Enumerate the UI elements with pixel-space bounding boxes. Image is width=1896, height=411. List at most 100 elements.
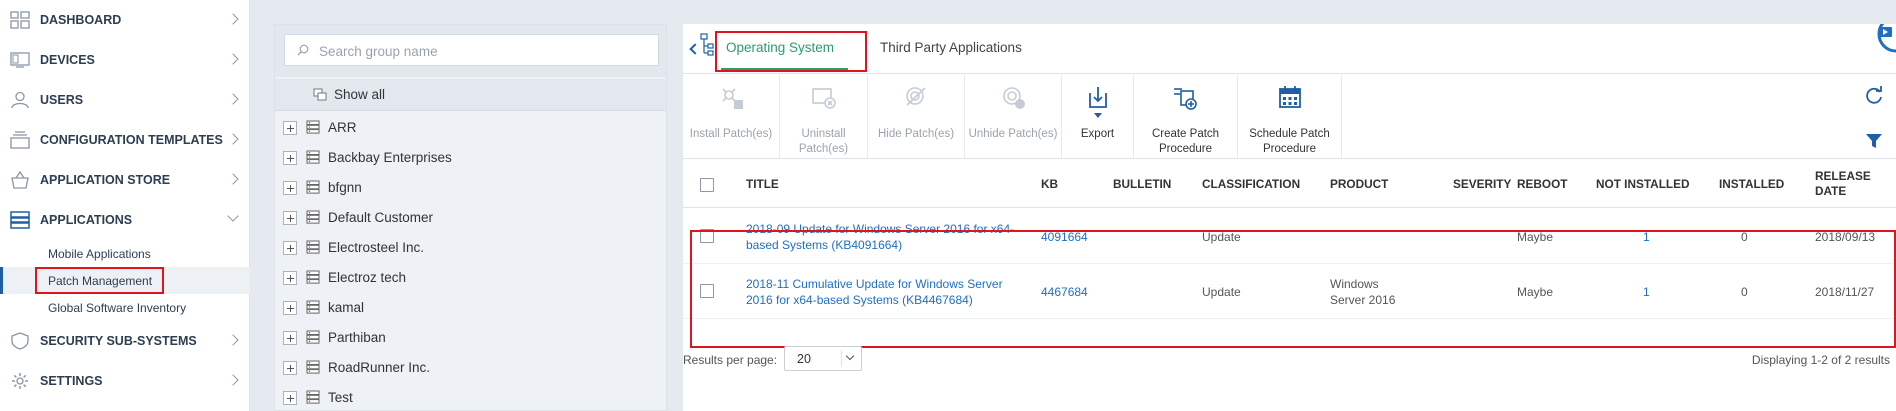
install-patches-button[interactable]: Install Patch(es) (683, 75, 780, 159)
pagination-bar: Results per page: 20 Displaying 1-2 of 2… (683, 339, 1896, 375)
column-header-severity[interactable]: SEVERITY (1453, 160, 1511, 208)
group-item[interactable]: Electroz tech (275, 262, 666, 292)
nav-applications[interactable]: APPLICATIONS (0, 200, 250, 240)
nav-security-sub-systems-label: SECURITY SUB-SYSTEMS (40, 334, 197, 348)
group-server-icon (306, 240, 320, 254)
column-release-text: RELEASE (1815, 169, 1871, 183)
expand-plus-icon[interactable] (283, 331, 297, 345)
devices-icon (10, 52, 30, 68)
group-server-icon (306, 300, 320, 314)
nav-applications-label: APPLICATIONS (40, 213, 133, 227)
group-item[interactable]: ARR (275, 112, 666, 142)
group-item-label: RoadRunner Inc. (328, 360, 431, 375)
group-server-icon (306, 270, 320, 284)
column-kb-text: KB (1041, 176, 1059, 191)
column-header-not-installed[interactable]: NOT INSTALLED (1596, 160, 1690, 208)
column-header-release-date[interactable]: RELEASE DATE (1815, 160, 1871, 208)
expand-plus-icon[interactable] (283, 121, 297, 135)
nav-configuration-templates-label: CONFIGURATION TEMPLATES (40, 133, 223, 147)
group-item-label: kamal (328, 300, 365, 315)
group-search-input[interactable] (319, 41, 649, 61)
group-item[interactable]: RoadRunner Inc. (275, 352, 666, 382)
nav-users[interactable]: USERS (0, 80, 250, 120)
nav-dashboard-label: DASHBOARD (40, 13, 122, 27)
expand-plus-icon[interactable] (283, 181, 297, 195)
group-item[interactable]: Test (275, 382, 666, 411)
video-help-icon[interactable] (1870, 24, 1896, 60)
tree-view-icon[interactable] (697, 33, 715, 57)
uninstall-patch-icon (812, 88, 836, 109)
sub-item-mobile-applications[interactable]: Mobile Applications (0, 240, 250, 267)
group-server-icon (306, 180, 320, 194)
left-navigation: DASHBOARD DEVICES USERS CONFIGURATION TE… (0, 0, 250, 411)
schedule-patch-procedure-button[interactable]: Schedule Patch Procedure (1238, 75, 1342, 159)
group-item[interactable]: Parthiban (275, 322, 666, 352)
group-item[interactable]: kamal (275, 292, 666, 322)
column-header-product[interactable]: PRODUCT (1330, 160, 1388, 208)
group-item-label: bfgnn (328, 180, 362, 195)
expand-plus-icon[interactable] (283, 301, 297, 315)
column-header-bulletin[interactable]: BULLETIN (1113, 160, 1171, 208)
show-all-label: Show all (334, 87, 386, 102)
nav-configuration-templates[interactable]: CONFIGURATION TEMPLATES (0, 120, 250, 160)
column-header-title[interactable]: TITLE (746, 160, 779, 208)
uninstall-patches-text-2: Patch(es) (798, 143, 849, 155)
export-icon (1089, 87, 1107, 118)
show-all-button[interactable]: Show all (275, 79, 666, 111)
nav-users-label: USERS (40, 93, 84, 107)
expand-plus-icon[interactable] (283, 271, 297, 285)
results-per-page-select[interactable]: 20 (784, 346, 862, 371)
select-all-checkbox[interactable] (700, 178, 714, 192)
refresh-icon[interactable] (1864, 85, 1884, 105)
nav-dashboard[interactable]: DASHBOARD (0, 0, 250, 40)
column-header-installed[interactable]: INSTALLED (1719, 160, 1784, 208)
expand-plus-icon[interactable] (283, 391, 297, 405)
group-search-box[interactable] (284, 34, 659, 66)
group-item-label: Default Customer (328, 210, 434, 225)
column-product-text: PRODUCT (1330, 176, 1389, 191)
group-item[interactable]: Electrosteel Inc. (275, 232, 666, 262)
export-button[interactable]: Export (1062, 75, 1134, 159)
column-bulletin-text: BULLETIN (1113, 176, 1172, 191)
uninstall-patches-button[interactable]: Uninstall Patch(es) (780, 75, 868, 159)
group-item[interactable]: Default Customer (275, 202, 666, 232)
unhide-patches-button[interactable]: Unhide Patch(es) (965, 75, 1062, 159)
group-server-icon (306, 150, 320, 164)
tab-third-party-applications[interactable]: Third Party Applications (873, 24, 1023, 74)
nav-security-sub-systems[interactable]: SECURITY SUB-SYSTEMS (0, 321, 250, 361)
nav-devices[interactable]: DEVICES (0, 40, 250, 80)
filter-icon[interactable] (1865, 132, 1883, 150)
export-label: Export (1062, 127, 1133, 142)
nav-settings[interactable]: SETTINGS (0, 361, 250, 401)
group-item-label: Parthiban (328, 330, 386, 345)
highlight-box (715, 31, 867, 72)
sub-item-global-software-inventory[interactable]: Global Software Inventory (0, 294, 250, 321)
nav-application-store[interactable]: APPLICATION STORE (0, 160, 250, 200)
expand-plus-icon[interactable] (283, 151, 297, 165)
calendar-icon (1279, 86, 1301, 108)
export-text: Export (1080, 128, 1115, 140)
nav-settings-label: SETTINGS (40, 374, 103, 388)
create-patch-procedure-button[interactable]: Create Patch Procedure (1134, 75, 1238, 159)
column-header-reboot[interactable]: REBOOT (1517, 160, 1567, 208)
expand-plus-icon[interactable] (283, 361, 297, 375)
column-installed-text: INSTALLED (1719, 176, 1785, 191)
schedule-patch-procedure-text-2: Procedure (1262, 143, 1317, 155)
display-info: Displaying 1-2 of 2 results (1751, 353, 1890, 367)
install-patch-icon (722, 88, 743, 109)
search-icon (297, 44, 309, 56)
column-header-kb[interactable]: KB (1041, 160, 1058, 208)
grid-header: TITLE KB BULLETIN CLASSIFICATION PRODUCT… (683, 160, 1896, 208)
expand-plus-icon[interactable] (283, 241, 297, 255)
group-item[interactable]: Backbay Enterprises (275, 142, 666, 172)
sub-item-label: Mobile Applications (48, 246, 151, 261)
group-item[interactable]: bfgnn (275, 172, 666, 202)
group-item-label: Electroz tech (328, 270, 407, 285)
nav-application-store-label: APPLICATION STORE (40, 173, 171, 187)
highlight-box (690, 230, 1896, 348)
chevron-right-icon (227, 173, 239, 185)
install-patches-text: Install Patch(es) (689, 128, 773, 140)
expand-plus-icon[interactable] (283, 211, 297, 225)
hide-patches-button[interactable]: Hide Patch(es) (868, 75, 965, 159)
column-header-classification[interactable]: CLASSIFICATION (1202, 160, 1300, 208)
